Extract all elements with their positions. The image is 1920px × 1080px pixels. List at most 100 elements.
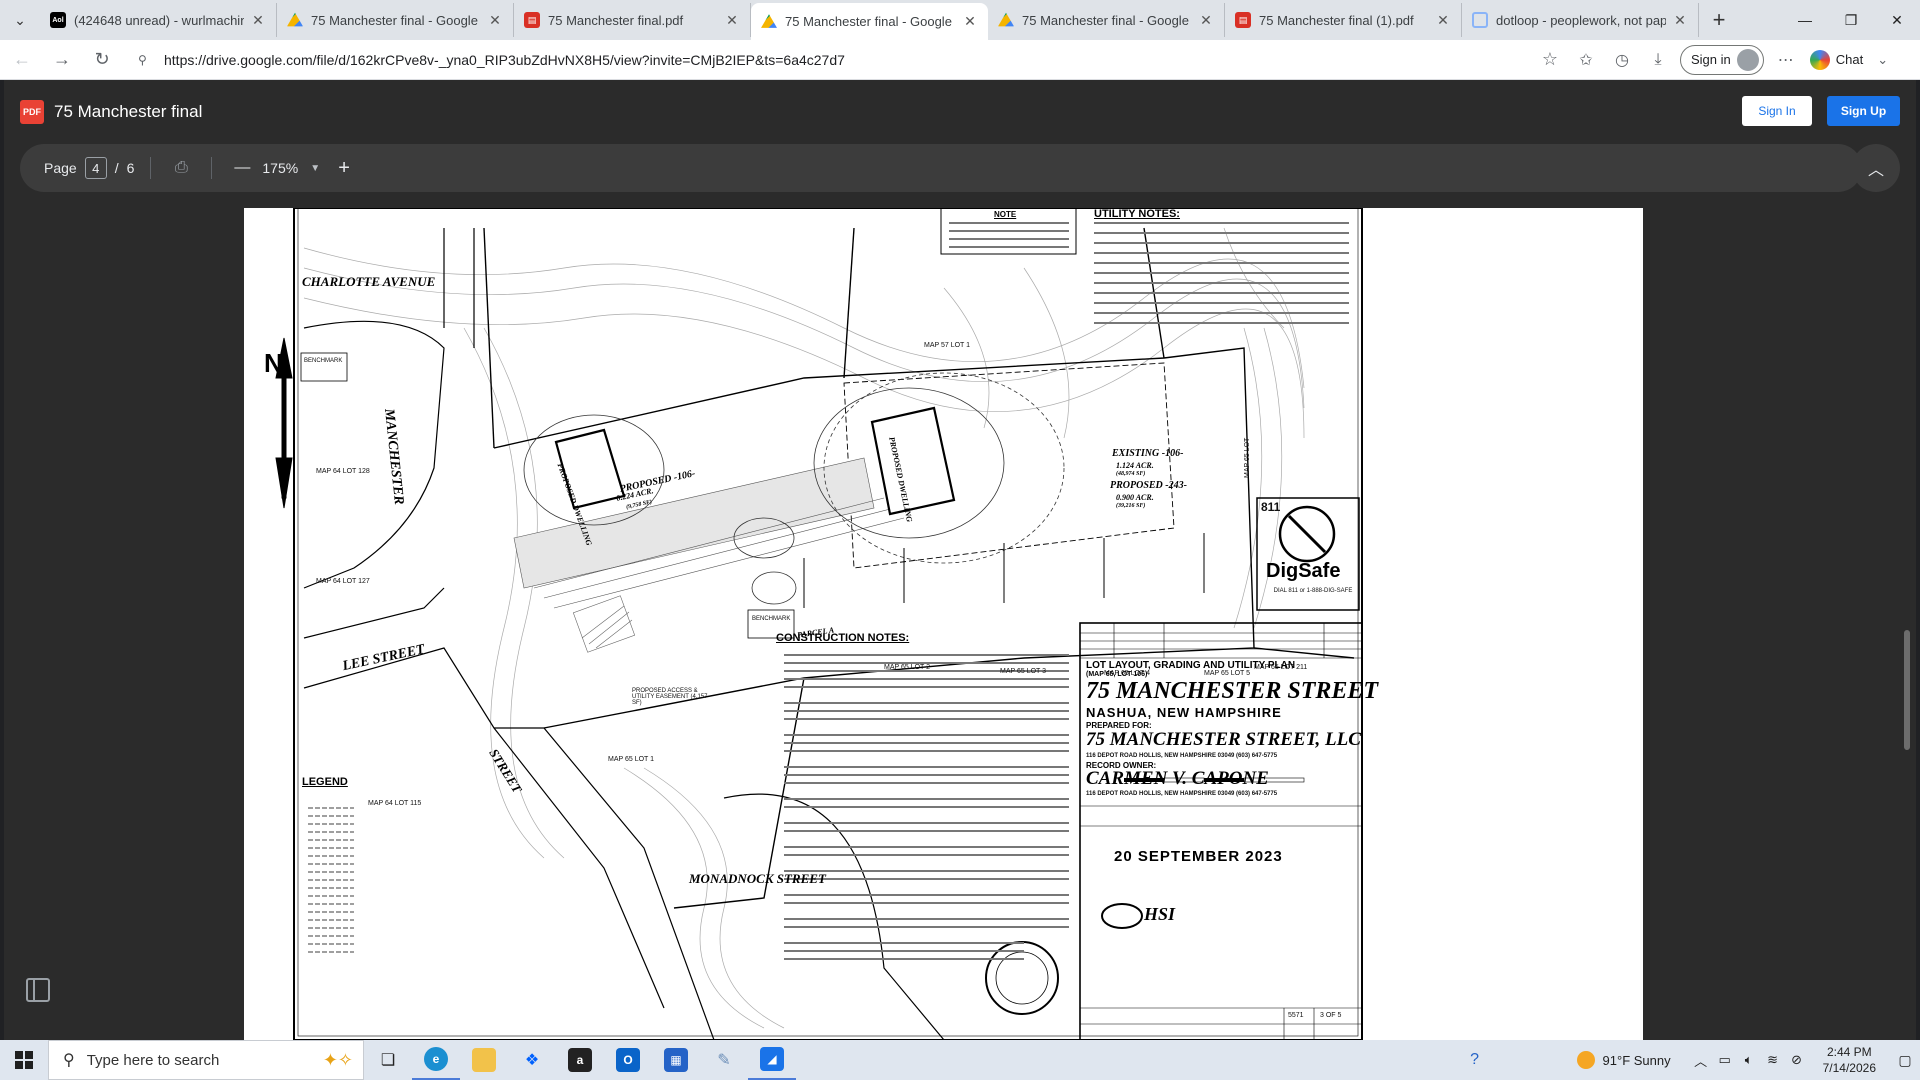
start-button[interactable] [0,1040,48,1080]
copilot-chat-button[interactable]: Chat ⌄ [1809,49,1888,70]
clock[interactable]: 2:44 PM 7/14/2026 [1823,1044,1876,1076]
tab-title: dotloop - peoplework, not paperw [1496,12,1666,28]
windows-logo-icon [15,1051,33,1069]
tab-drive-1[interactable]: 75 Manchester final - Google Driv ✕ [277,3,514,37]
taskbar-edge[interactable]: e [412,1040,460,1080]
close-icon[interactable]: ✕ [724,12,740,29]
utility-notes-title: UTILITY NOTES: [1094,208,1180,220]
document-title: 75 Manchester final [54,102,203,121]
more-menu-icon[interactable]: ⋯ [1768,42,1804,78]
title-block-owner: CARMEN V. CAPONE [1086,768,1269,789]
sheet-number: 3 OF 5 [1320,1012,1342,1019]
side-panel-toggle-icon[interactable] [26,978,50,1002]
taskbar-app-active[interactable]: ◢ [748,1040,796,1080]
url-text[interactable]: https://drive.google.com/file/d/162krCPv… [164,52,1542,68]
construction-notes-title: CONSTRUCTION NOTES: [776,632,910,644]
print-icon[interactable]: ⎙ [167,159,195,177]
address-bar[interactable]: ⚲ https://drive.google.com/file/d/162krC… [128,43,1568,76]
history-icon[interactable]: ◷ [1604,42,1640,78]
total-pages: 6 [126,160,135,176]
pdf-toolbar: Page 4 / 6 ⎙ — 175% ▼ + [20,144,1862,192]
close-icon[interactable]: ✕ [1672,12,1688,29]
tab-dotloop[interactable]: dotloop - peoplework, not paperw ✕ [1462,3,1699,37]
search-highlight-icon[interactable]: ✦✧ [323,1050,353,1071]
help-icon[interactable]: ? [1463,1051,1487,1069]
taskbar-search-box[interactable]: ⚲ Type here to search ✦✧ [48,1040,364,1080]
benchmark-label: BENCHMARK [304,358,343,364]
tab-drive-active[interactable]: 75 Manchester final - Google Drive ✕ [751,3,988,40]
tab-title: 75 Manchester final - Google Drive [785,14,956,29]
collapse-toolbar-icon[interactable]: ︿ [1852,144,1900,192]
sign-in-button[interactable]: Sign In [1742,96,1812,126]
close-icon[interactable]: ✕ [1198,12,1214,29]
sign-up-button[interactable]: Sign Up [1827,96,1900,126]
search-icon: ⚲ [63,1052,75,1069]
title-block-client: 75 MANCHESTER STREET, LLC [1086,729,1361,750]
tab-pdf-2[interactable]: ▤ 75 Manchester final (1).pdf ✕ [1225,3,1462,37]
close-icon[interactable]: ✕ [250,12,266,29]
tab-pdf-1[interactable]: ▤ 75 Manchester final.pdf ✕ [514,3,751,37]
taskbar-app[interactable]: ✎ [700,1040,748,1080]
taskbar-outlook[interactable]: O [604,1040,652,1080]
title-block-map: (MAP 65, LOT 106) [1086,671,1148,678]
site-info-icon[interactable]: ⚲ [138,53,154,67]
close-icon[interactable]: ✕ [1435,12,1451,29]
close-icon[interactable]: ✕ [487,12,503,29]
zoom-dropdown-icon[interactable]: ▼ [310,163,320,174]
minimize-icon[interactable]: — [1782,0,1828,40]
zoom-level[interactable]: 175% [262,160,298,176]
taskbar-store[interactable]: ▦ [652,1040,700,1080]
amazon-icon: a [568,1048,592,1072]
clock-time: 2:44 PM [1826,1045,1872,1059]
wifi-icon[interactable]: ≋ [1761,1052,1785,1068]
taskbar-file-explorer[interactable] [460,1040,508,1080]
back-button[interactable]: ← [4,42,40,78]
browser-toolbar: ← → ↻ ⚲ https://drive.google.com/file/d/… [0,40,1920,80]
zoom-in-icon[interactable]: + [330,157,358,180]
meet-icon[interactable]: ▭ [1713,1052,1737,1068]
existing-lot-label: EXISTING -106- [1112,448,1184,459]
profile-signin-button[interactable]: Sign in [1680,44,1764,75]
restore-icon[interactable]: ❐ [1828,0,1874,40]
new-tab-button[interactable]: + [1699,2,1739,38]
map-label: MAP 64 LOT 127 [316,578,370,585]
taskbar-dropbox[interactable]: ❖ [508,1040,556,1080]
pdf-file-icon: PDF [20,100,44,124]
speaker-icon[interactable]: 🔈︎ [1737,1052,1761,1068]
bookmark-star-icon[interactable]: ☆ [1542,49,1558,70]
tab-search-icon[interactable]: ⌄ [0,0,40,40]
chevron-down-icon[interactable]: ⌄ [1877,52,1888,68]
forward-button[interactable]: → [44,42,80,78]
tab-aol-mail[interactable]: Aol (424648 unread) - wurlmachine@a ✕ [40,3,277,37]
weather-widget[interactable]: 91°F Sunny [1576,1051,1671,1069]
digsafe-logo: DigSafe [1266,560,1341,582]
drive-icon [287,12,303,27]
title-block-client-address: 116 DEPOT ROAD HOLLIS, NEW HAMPSHIRE 030… [1086,753,1278,759]
map-label: MAP 57 LOT 1 [924,342,971,349]
window-controls: — ❐ ✕ [1782,0,1920,40]
proposed-243-sf: (39,216 SF) [1116,503,1146,509]
title-block-plan: LOT LAYOUT, GRADING AND UTILITY PLAN [1086,660,1296,671]
page-number-input[interactable]: 4 [84,157,107,179]
firm-logo: HSI [1144,904,1176,924]
tab-drive-2[interactable]: 75 Manchester final - Google Driv ✕ [988,3,1225,37]
task-view-button[interactable]: ❏ [364,1040,412,1080]
close-icon[interactable]: ✕ [962,13,978,30]
site-plan-drawing [275,208,1363,1040]
close-window-icon[interactable]: ✕ [1874,0,1920,40]
favorites-icon[interactable]: ✩ [1568,42,1604,78]
drive-icon [998,12,1014,27]
zoom-out-icon[interactable]: — [228,159,256,177]
map-label: MAP 65 LOT 5 [1204,670,1251,677]
reload-button[interactable]: ↻ [84,42,120,78]
network-icon[interactable]: ⊘ [1785,1052,1809,1068]
notifications-icon[interactable]: ▢ [1890,1052,1920,1069]
downloads-icon[interactable]: ⤓ [1640,42,1676,78]
vertical-scrollbar[interactable] [1904,630,1910,750]
task-view-icon: ❏ [380,1052,396,1069]
map-label: MAP 65 LOT 2 [884,664,931,671]
chevron-up-icon[interactable]: ︿ [1689,1051,1713,1070]
taskbar-amazon[interactable]: a [556,1040,604,1080]
north-arrow-label: N [264,348,283,378]
existing-lot-sf: (48,974 SF) [1116,471,1146,477]
